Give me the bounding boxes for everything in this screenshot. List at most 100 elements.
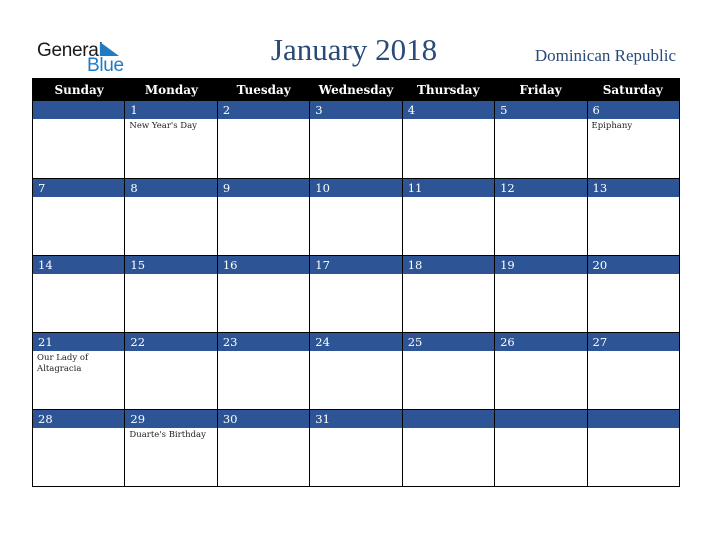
day-cell[interactable]: 10 bbox=[309, 178, 402, 255]
day-number: 5 bbox=[495, 101, 587, 119]
week-row: 28 29 Duarte's Birthday 30 31 bbox=[33, 409, 679, 486]
day-cell[interactable]: 20 bbox=[586, 255, 679, 332]
day-number: 25 bbox=[402, 332, 495, 351]
day-cell[interactable]: 23 bbox=[216, 332, 310, 409]
day-cell[interactable]: 30 bbox=[216, 409, 310, 486]
weekday-thursday: Thursday bbox=[416, 83, 480, 97]
week-row: 21 Our Lady of Altagracia 22 23 24 25 26 27 bbox=[33, 332, 679, 409]
day-cell[interactable]: 13 bbox=[586, 178, 679, 255]
day-cell[interactable]: 28 bbox=[33, 409, 125, 486]
day-cell[interactable]: 3 bbox=[309, 101, 402, 178]
day-cell[interactable]: 6 Epiphany bbox=[586, 101, 679, 178]
day-cell[interactable]: 29 Duarte's Birthday bbox=[124, 409, 217, 486]
day-cell[interactable]: 31 bbox=[309, 409, 402, 486]
holiday-label bbox=[218, 274, 309, 276]
day-number bbox=[33, 101, 125, 119]
day-number: 17 bbox=[310, 255, 402, 274]
country-name: Dominican Republic bbox=[534, 46, 676, 65]
holiday-label bbox=[495, 274, 586, 276]
day-number bbox=[402, 409, 495, 428]
day-number: 14 bbox=[33, 255, 125, 274]
day-cell[interactable]: 19 bbox=[494, 255, 587, 332]
day-cell[interactable]: 9 bbox=[216, 178, 310, 255]
day-cell[interactable]: 7 bbox=[33, 178, 125, 255]
day-number bbox=[495, 409, 587, 428]
holiday-label bbox=[310, 197, 401, 199]
holiday-label bbox=[495, 428, 586, 430]
day-number: 19 bbox=[495, 255, 587, 274]
day-number: 26 bbox=[495, 332, 587, 351]
holiday-label: Our Lady of Altagracia bbox=[37, 353, 89, 374]
holiday-label bbox=[33, 274, 124, 276]
weekday-tuesday: Tuesday bbox=[236, 83, 291, 97]
day-cell[interactable]: 14 bbox=[33, 255, 125, 332]
day-number bbox=[587, 409, 679, 428]
month-year: January 2018 bbox=[270, 32, 438, 67]
week-row: 7 8 9 10 11 12 13 bbox=[33, 178, 679, 255]
day-cell[interactable] bbox=[401, 409, 495, 486]
day-cell[interactable]: 15 bbox=[124, 255, 217, 332]
day-cell[interactable]: 5 bbox=[494, 101, 587, 178]
day-cell[interactable]: 17 bbox=[309, 255, 402, 332]
day-number: 28 bbox=[33, 409, 125, 428]
day-cell[interactable]: 27 bbox=[586, 332, 679, 409]
holiday-label bbox=[403, 197, 494, 199]
holiday-label bbox=[33, 428, 124, 430]
holiday-label bbox=[403, 351, 494, 353]
holiday-label bbox=[218, 428, 309, 430]
holiday-label bbox=[403, 274, 494, 276]
day-cell[interactable]: 8 bbox=[124, 178, 217, 255]
day-number: 1 bbox=[125, 101, 217, 119]
day-cell[interactable]: 4 bbox=[401, 101, 495, 178]
holiday-label bbox=[218, 197, 309, 199]
calendar-grid: Sunday Monday Tuesday Wednesday Thursday… bbox=[32, 78, 680, 487]
holiday-label bbox=[310, 428, 401, 430]
weekday-header-row: Sunday Monday Tuesday Wednesday Thursday… bbox=[33, 78, 679, 101]
day-cell[interactable]: 24 bbox=[309, 332, 402, 409]
day-cell[interactable]: 16 bbox=[216, 255, 310, 332]
day-number: 27 bbox=[587, 332, 679, 351]
holiday-label bbox=[33, 119, 124, 121]
weekday-monday: Monday bbox=[144, 83, 198, 97]
holiday-label bbox=[403, 119, 494, 121]
holiday-label bbox=[310, 274, 401, 276]
day-number: 20 bbox=[587, 255, 679, 274]
day-number: 8 bbox=[125, 178, 217, 197]
day-number: 13 bbox=[587, 178, 679, 197]
holiday-label bbox=[33, 197, 124, 199]
day-number: 29 bbox=[125, 409, 217, 428]
day-number: 15 bbox=[125, 255, 217, 274]
day-number: 23 bbox=[217, 332, 310, 351]
holiday-label bbox=[310, 351, 401, 353]
day-number: 2 bbox=[217, 101, 310, 119]
day-cell[interactable]: 21 Our Lady of Altagracia bbox=[33, 332, 125, 409]
day-number: 12 bbox=[495, 178, 587, 197]
day-number: 22 bbox=[125, 332, 217, 351]
day-cell[interactable]: 2 bbox=[216, 101, 310, 178]
day-number: 16 bbox=[217, 255, 310, 274]
day-cell[interactable]: 18 bbox=[401, 255, 495, 332]
holiday-label bbox=[588, 274, 679, 276]
holiday-label bbox=[588, 197, 679, 199]
day-cell[interactable]: 22 bbox=[124, 332, 217, 409]
day-cell[interactable]: 1 New Year's Day bbox=[124, 101, 217, 178]
holiday-label bbox=[588, 351, 679, 353]
weekday-saturday: Saturday bbox=[602, 83, 663, 97]
day-number: 11 bbox=[402, 178, 495, 197]
day-number: 21 bbox=[33, 332, 125, 351]
day-cell[interactable]: 25 bbox=[401, 332, 495, 409]
day-number: 6 bbox=[587, 101, 679, 119]
holiday-label bbox=[218, 351, 309, 353]
day-cell[interactable]: 12 bbox=[494, 178, 587, 255]
day-cell[interactable] bbox=[586, 409, 679, 486]
day-cell[interactable] bbox=[494, 409, 587, 486]
week-row: 14 15 16 17 18 19 20 bbox=[33, 255, 679, 332]
day-number: 4 bbox=[402, 101, 495, 119]
holiday-label bbox=[125, 197, 216, 199]
day-cell[interactable]: 26 bbox=[494, 332, 587, 409]
holiday-label bbox=[495, 119, 586, 121]
day-number: 7 bbox=[33, 178, 125, 197]
day-cell[interactable]: 11 bbox=[401, 178, 495, 255]
day-cell[interactable] bbox=[33, 101, 125, 178]
weekday-sunday: Sunday bbox=[54, 83, 104, 97]
